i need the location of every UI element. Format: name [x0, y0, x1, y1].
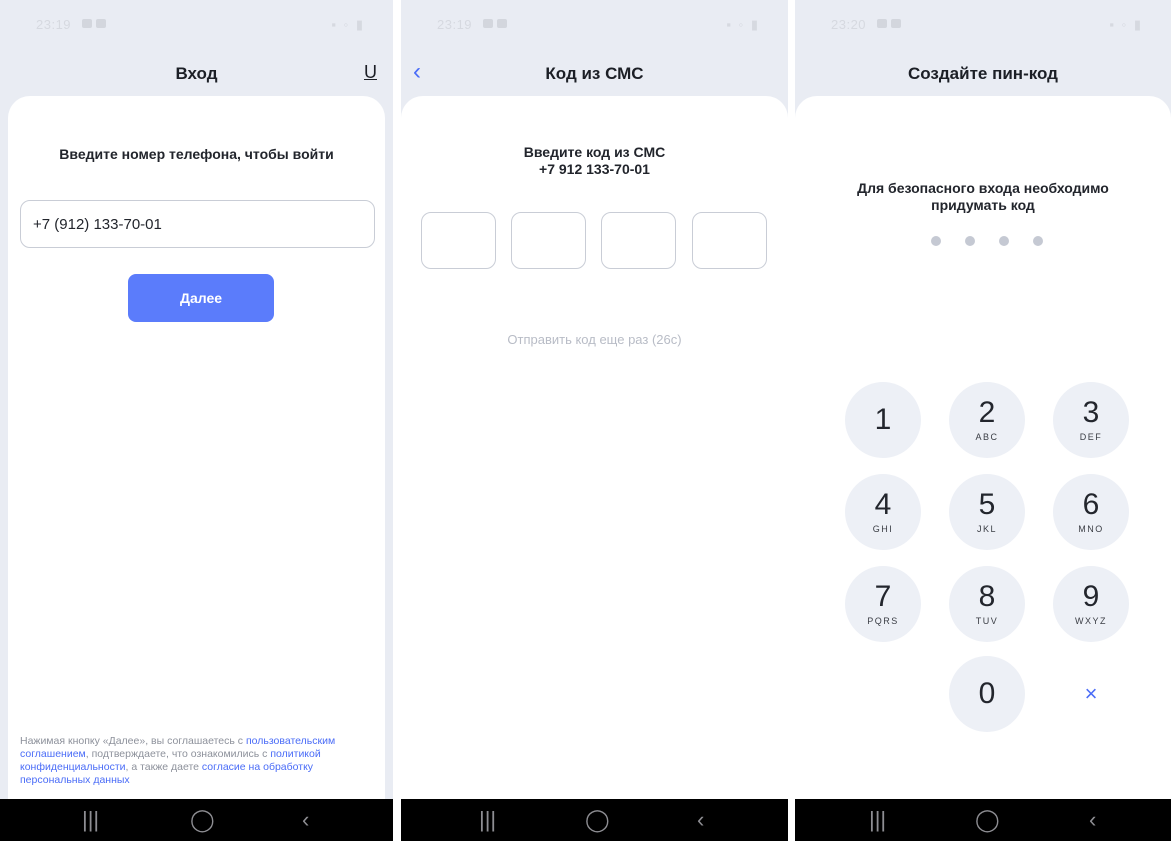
- system-icons: ▪ ◦ ▮: [726, 17, 760, 32]
- app-header: ‹ Код из СМС: [401, 48, 788, 98]
- sms-phone-number: +7 912 133-70-01: [539, 161, 650, 177]
- resend-code-link[interactable]: Отправить код еще раз (26с): [401, 332, 788, 347]
- back-button[interactable]: ‹: [1089, 807, 1096, 833]
- key-digit: 3: [1082, 396, 1100, 429]
- sms-prompt: Введите код из СМС +7 912 133-70-01: [401, 144, 788, 178]
- notification-icon: [877, 19, 887, 28]
- notification-icon: [483, 19, 493, 28]
- app-header: Создайте пин-код: [795, 48, 1171, 98]
- key-letters: DEF: [1079, 432, 1103, 442]
- key-digit: 1: [874, 403, 892, 436]
- key-letters: PQRS: [867, 616, 899, 626]
- key-digit: 2: [978, 396, 996, 429]
- home-button[interactable]: ◯: [190, 807, 215, 833]
- status-time: 23:19: [437, 17, 473, 32]
- page-title: Код из СМС: [545, 64, 644, 83]
- keypad-key-5[interactable]: 5 JKL: [949, 474, 1025, 550]
- recents-button[interactable]: |||: [479, 807, 496, 833]
- key-letters: WXYZ: [1075, 616, 1107, 626]
- status-time: 23:19: [36, 17, 72, 32]
- system-icons: ▪ ◦ ▮: [331, 17, 365, 32]
- key-digit: 7: [874, 580, 892, 613]
- key-digit: 5: [978, 488, 996, 521]
- pin-dot: [999, 236, 1009, 246]
- code-digit-2[interactable]: [511, 212, 586, 269]
- notification-icon: [96, 19, 106, 28]
- key-letters: JKL: [976, 524, 997, 534]
- key-letters: ABC: [975, 432, 999, 442]
- phone-prompt: Введите номер телефона, чтобы войти: [59, 146, 334, 162]
- key-digit: 9: [1082, 580, 1100, 613]
- app-header: Вход U: [0, 48, 393, 98]
- system-navbar: ||| ◯ ‹: [795, 799, 1171, 841]
- code-digit-3[interactable]: [601, 212, 676, 269]
- pin-dot: [1033, 236, 1043, 246]
- pin-dot: [931, 236, 941, 246]
- code-digit-1[interactable]: [421, 212, 496, 269]
- content-card: Для безопасного входа необходимо придума…: [795, 96, 1171, 799]
- key-digit: 6: [1082, 488, 1100, 521]
- keypad-key-0[interactable]: 0: [949, 656, 1025, 732]
- legal-text: , а также даете: [125, 761, 202, 773]
- page-title: Вход: [175, 64, 218, 83]
- pin-prompt-line: придумать код: [931, 197, 1035, 213]
- key-letters: GHI: [872, 524, 894, 534]
- login-screen: 23:19 ▪ ◦ ▮ Вход U Введите номер телефон…: [0, 0, 393, 841]
- keypad-key-6[interactable]: 6 MNO: [1053, 474, 1129, 550]
- status-time: 23:20: [831, 17, 867, 32]
- code-digit-4[interactable]: [692, 212, 767, 269]
- page-title: Создайте пин-код: [908, 64, 1058, 83]
- sms-code-screen: 23:19 ▪ ◦ ▮ ‹ Код из СМС Введите код из …: [401, 0, 788, 841]
- pin-prompt: Для безопасного входа необходимо придума…: [795, 180, 1171, 214]
- sms-prompt-text: Введите код из СМС: [523, 144, 666, 160]
- keypad-key-1[interactable]: 1: [845, 382, 921, 458]
- pin-dot: [965, 236, 975, 246]
- support-icon[interactable]: U: [364, 62, 377, 83]
- content-card: Введите номер телефона, чтобы войти Дале…: [8, 96, 385, 799]
- key-digit: 8: [978, 580, 996, 613]
- system-navbar: ||| ◯ ‹: [0, 799, 393, 841]
- status-bar: 23:19 ▪ ◦ ▮: [0, 0, 393, 48]
- key-digit: 0: [978, 677, 996, 710]
- next-button[interactable]: Далее: [128, 274, 274, 322]
- keypad-key-9[interactable]: 9 WXYZ: [1053, 566, 1129, 642]
- home-button[interactable]: ◯: [975, 807, 1000, 833]
- legal-notice: Нажимая кнопку «Далее», вы соглашаетесь …: [20, 735, 371, 787]
- legal-text: Нажимая кнопку «Далее», вы соглашаетесь …: [20, 735, 246, 747]
- keypad-key-4[interactable]: 4 GHI: [845, 474, 921, 550]
- content-card: Введите код из СМС +7 912 133-70-01 Отпр…: [401, 96, 788, 799]
- notification-icon: [891, 19, 901, 28]
- status-bar: 23:19 ▪ ◦ ▮: [401, 0, 788, 48]
- system-icons: ▪ ◦ ▮: [1109, 17, 1143, 32]
- keypad-key-3[interactable]: 3 DEF: [1053, 382, 1129, 458]
- back-button[interactable]: ‹: [302, 807, 309, 833]
- create-pin-screen: 23:20 ▪ ◦ ▮ Создайте пин-код Для безопас…: [795, 0, 1171, 841]
- status-bar: 23:20 ▪ ◦ ▮: [795, 0, 1171, 48]
- key-letters: TUV: [975, 616, 999, 626]
- recents-button[interactable]: |||: [82, 807, 99, 833]
- key-letters: MNO: [1078, 524, 1104, 534]
- keypad-key-7[interactable]: 7 PQRS: [845, 566, 921, 642]
- notification-icon: [82, 19, 92, 28]
- notification-icon: [497, 19, 507, 28]
- pin-prompt-line: Для безопасного входа необходимо: [857, 180, 1109, 196]
- phone-input[interactable]: [20, 200, 375, 248]
- recents-button[interactable]: |||: [869, 807, 886, 833]
- system-navbar: ||| ◯ ‹: [401, 799, 788, 841]
- keypad-key-2[interactable]: 2 ABC: [949, 382, 1025, 458]
- keypad-key-8[interactable]: 8 TUV: [949, 566, 1025, 642]
- legal-text: , подтверждаете, что ознакомились с: [85, 748, 271, 760]
- home-button[interactable]: ◯: [585, 807, 610, 833]
- key-digit: 4: [874, 488, 892, 521]
- delete-icon[interactable]: ×: [1071, 674, 1111, 714]
- back-button[interactable]: ‹: [697, 807, 704, 833]
